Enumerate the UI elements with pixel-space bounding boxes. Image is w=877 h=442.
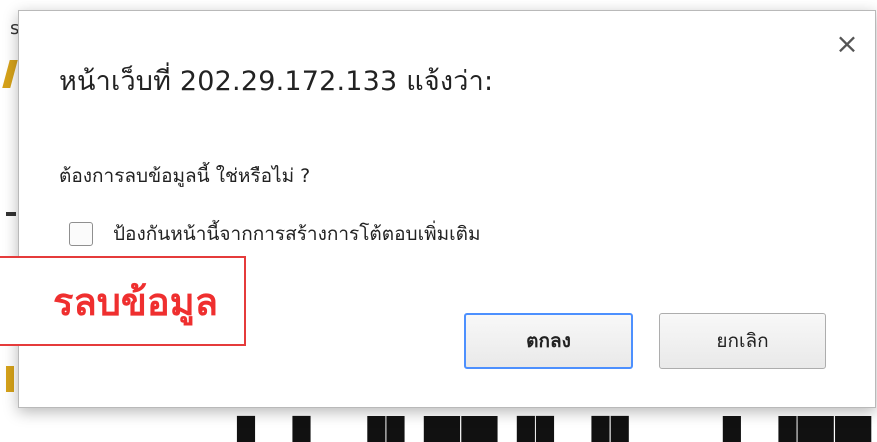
background-decoration bbox=[6, 212, 16, 216]
ok-button[interactable]: ตกลง bbox=[464, 313, 633, 369]
dialog-message: ต้องการลบข้อมูลนี้ ใช่หรือไม่ ? bbox=[59, 165, 311, 187]
prevent-dialogs-checkbox[interactable] bbox=[69, 222, 93, 246]
background-decoration bbox=[6, 366, 14, 392]
annotation-callout: รลบข้อมูล bbox=[0, 256, 246, 346]
dialog-title: หน้าเว็บที่ 202.29.172.133 แจ้งว่า: bbox=[59, 66, 494, 97]
cancel-button[interactable]: ยกเลิก bbox=[659, 313, 826, 369]
confirm-dialog: หน้าเว็บที่ 202.29.172.133 แจ้งว่า: × ต้… bbox=[18, 10, 876, 408]
background-text-fragment: ▖▚▞▗▝▘▛▜▟▙▞▚▖▗▘▝▛▜ bbox=[200, 408, 877, 442]
background-decoration bbox=[2, 60, 18, 88]
prevent-dialogs-option[interactable]: ป้องกันหน้านี้จากการสร้างการโต้ตอบเพิ่มเ… bbox=[69, 219, 480, 249]
close-icon[interactable]: × bbox=[835, 30, 859, 58]
annotation-text: รลบข้อมูล bbox=[53, 279, 218, 324]
prevent-dialogs-label: ป้องกันหน้านี้จากการสร้างการโต้ตอบเพิ่มเ… bbox=[113, 223, 481, 245]
